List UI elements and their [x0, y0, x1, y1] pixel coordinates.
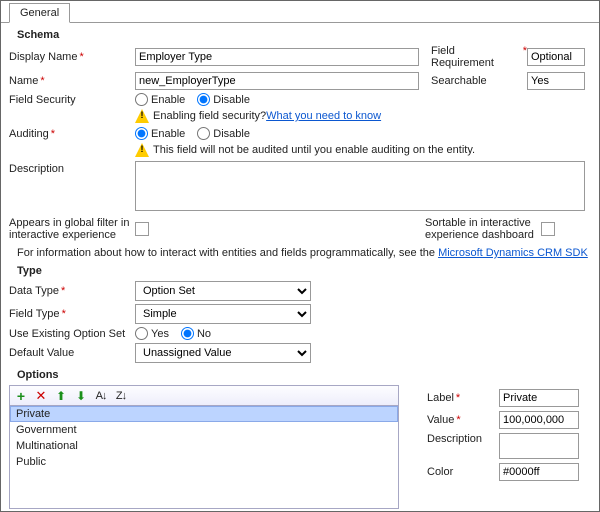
required-marker: *: [456, 392, 460, 404]
field-security-enable-radio[interactable]: Enable: [135, 93, 185, 106]
auditing-label: Auditing: [9, 128, 49, 140]
display-name-input[interactable]: [135, 48, 419, 66]
delete-icon[interactable]: ✕: [34, 389, 48, 403]
sort-asc-icon[interactable]: A↓: [94, 389, 108, 403]
sdk-info-text: For information about how to interact wi…: [17, 247, 438, 259]
sortable-label: Sortable in interactive experience dashb…: [425, 217, 541, 241]
option-color-input[interactable]: [499, 463, 579, 481]
option-value-input[interactable]: [499, 411, 579, 429]
list-item[interactable]: Private: [10, 406, 398, 422]
default-value-select[interactable]: Unassigned Value: [135, 343, 311, 363]
display-name-label: Display Name: [9, 51, 77, 63]
field-security-warning-text: Enabling field security?: [153, 110, 266, 122]
appears-checkbox[interactable]: [135, 222, 149, 236]
what-you-need-link[interactable]: What you need to know: [266, 110, 381, 122]
options-heading: Options: [17, 369, 591, 381]
required-marker: *: [79, 51, 83, 63]
list-item[interactable]: Public: [10, 454, 398, 470]
data-type-label: Data Type: [9, 285, 59, 297]
option-label-label: Label: [427, 392, 454, 404]
option-description-label: Description: [427, 433, 499, 445]
default-value-label: Default Value: [9, 347, 135, 359]
sdk-link[interactable]: Microsoft Dynamics CRM SDK: [438, 247, 588, 259]
type-heading: Type: [17, 265, 591, 277]
warning-icon: [135, 109, 149, 123]
required-marker: *: [51, 128, 55, 140]
move-up-icon[interactable]: ⬆: [54, 389, 68, 403]
list-item[interactable]: Government: [10, 422, 398, 438]
appears-label: Appears in global filter in interactive …: [9, 217, 135, 241]
searchable-label: Searchable: [431, 75, 527, 87]
required-marker: *: [40, 75, 44, 87]
use-existing-no-radio[interactable]: No: [181, 327, 211, 340]
required-marker: *: [456, 414, 460, 426]
sort-desc-icon[interactable]: Z↓: [114, 389, 128, 403]
data-type-select[interactable]: Option Set: [135, 281, 311, 301]
description-textarea[interactable]: [135, 161, 585, 211]
name-input[interactable]: [135, 72, 419, 90]
field-security-disable-radio[interactable]: Disable: [197, 93, 250, 106]
tab-general[interactable]: General: [9, 3, 70, 23]
name-label: Name: [9, 75, 38, 87]
list-item[interactable]: Multinational: [10, 438, 398, 454]
field-type-label: Field Type: [9, 308, 60, 320]
option-description-textarea[interactable]: [499, 433, 579, 459]
sortable-checkbox[interactable]: [541, 222, 555, 236]
required-marker: *: [62, 308, 66, 320]
options-toolbar: + ✕ ⬆ ⬇ A↓ Z↓: [9, 385, 399, 405]
warning-icon: [135, 143, 149, 157]
option-color-label: Color: [427, 466, 499, 478]
field-requirement-input[interactable]: [527, 48, 585, 66]
auditing-enable-radio[interactable]: Enable: [135, 127, 185, 140]
enable-text: Enable: [151, 94, 185, 106]
auditing-disable-radio[interactable]: Disable: [197, 127, 250, 140]
disable-text: Disable: [213, 94, 250, 106]
auditing-warning-text: This field will not be audited until you…: [153, 144, 475, 156]
field-security-label: Field Security: [9, 94, 135, 106]
field-requirement-label: Field Requirement: [431, 45, 521, 69]
use-existing-label: Use Existing Option Set: [9, 328, 135, 340]
enable-text: Enable: [151, 128, 185, 140]
add-icon[interactable]: +: [14, 389, 28, 403]
disable-text: Disable: [213, 128, 250, 140]
option-label-input[interactable]: [499, 389, 579, 407]
field-type-select[interactable]: Simple: [135, 304, 311, 324]
no-text: No: [197, 328, 211, 340]
use-existing-yes-radio[interactable]: Yes: [135, 327, 169, 340]
description-label: Description: [9, 161, 135, 175]
schema-heading: Schema: [17, 29, 591, 41]
required-marker: *: [61, 285, 65, 297]
move-down-icon[interactable]: ⬇: [74, 389, 88, 403]
option-value-label: Value: [427, 414, 454, 426]
options-listbox[interactable]: Private Government Multinational Public: [9, 405, 399, 509]
yes-text: Yes: [151, 328, 169, 340]
searchable-input[interactable]: [527, 72, 585, 90]
